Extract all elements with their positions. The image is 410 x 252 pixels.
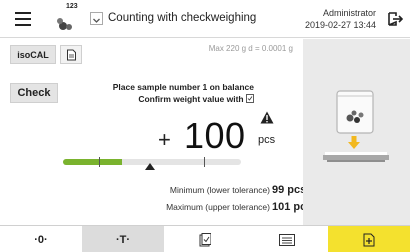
bottom-bar: ·0· ·T· [0, 225, 410, 252]
print-button[interactable] [246, 226, 328, 252]
warning-icon [260, 111, 274, 124]
instruction-text: Confirm weight value with [138, 94, 244, 104]
task-title: Counting with checkweighing [108, 12, 257, 24]
task-badge: 123 [66, 3, 78, 10]
app-screen: 123 Counting with checkweighing Administ… [0, 0, 410, 252]
print-icon [279, 233, 295, 246]
instruction-line-1: Place sample number 1 on balance [112, 82, 254, 92]
document-icon [66, 49, 76, 60]
confirm-button[interactable] [164, 226, 246, 252]
weight-unit: pcs [258, 134, 276, 146]
tolerance-bar [63, 156, 241, 170]
place-sample-illustration [323, 90, 389, 162]
logout-icon [388, 12, 403, 26]
chevron-down-icon [93, 18, 100, 23]
user-name[interactable]: Administrator [323, 8, 376, 18]
task-dropdown[interactable] [90, 12, 103, 25]
instruction-line-2: Confirm weight value with [80, 94, 254, 104]
add-document-icon [363, 233, 375, 246]
tolerance-fill [63, 159, 122, 165]
tare-button[interactable]: ·T· [82, 226, 164, 252]
protocol-button[interactable] [60, 45, 82, 64]
min-tolerance-value: 99 pcs [272, 184, 307, 196]
weight-value: 100 [184, 115, 246, 156]
date-time: 2019-02-27 13:44 [304, 20, 376, 30]
value-sign: + [158, 127, 171, 152]
weighing-area: isoCAL Max 220 g d = 0.0001 g Check Plac… [0, 39, 312, 225]
menu-button[interactable] [0, 0, 46, 38]
max-tolerance-label: Maximum (upper tolerance) [166, 202, 270, 212]
illustration-panel [303, 39, 410, 225]
add-result-button[interactable] [328, 226, 410, 252]
upper-tolerance-tick [203, 157, 205, 167]
scale-info: Max 220 g d = 0.0001 g [208, 44, 293, 53]
check-button[interactable]: Check [10, 83, 58, 103]
min-tolerance-label: Minimum (lower tolerance) [169, 185, 270, 195]
zero-button[interactable]: ·0· [0, 226, 82, 252]
target-marker [145, 163, 156, 170]
header: 123 Counting with checkweighing Administ… [0, 0, 410, 38]
menu-icon [15, 12, 31, 14]
logout-button[interactable] [380, 0, 410, 38]
confirm-icon [199, 232, 211, 246]
lower-tolerance-tick [98, 157, 100, 167]
confirm-icon [246, 94, 254, 103]
isocal-button[interactable]: isoCAL [10, 45, 56, 64]
